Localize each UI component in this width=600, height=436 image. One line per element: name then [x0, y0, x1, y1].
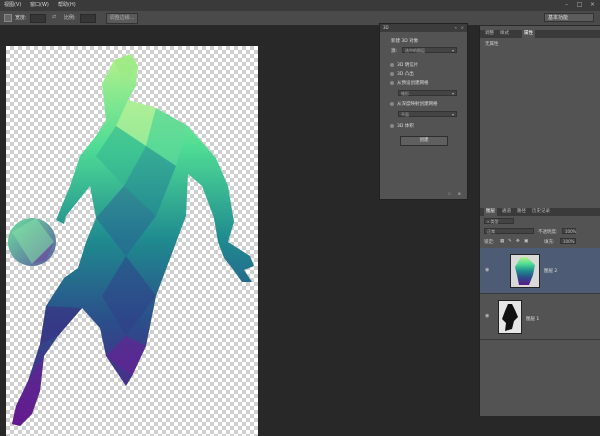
radio-icon: [390, 71, 394, 76]
blend-mode-select[interactable]: 正常: [484, 228, 534, 234]
tab-paths[interactable]: 路径: [517, 208, 526, 216]
feather-icon: [4, 14, 12, 22]
restore-icon[interactable]: □: [575, 1, 584, 9]
new-3d-object-label: 新建 3D 对象: [391, 39, 419, 44]
basketball-player-silhouette: [8, 54, 254, 426]
fill-label: 填充:: [544, 240, 555, 245]
layer-name: 图层 2: [544, 269, 558, 274]
layer-thumbnail: [510, 254, 540, 288]
eye-icon[interactable]: ◉: [485, 314, 490, 319]
filter-kind-select[interactable]: ⌕ 类型: [484, 218, 514, 224]
filter-kind-value: 类型: [490, 219, 499, 224]
source-select[interactable]: 选中的图层 ▾: [402, 47, 457, 53]
ratio-label: 比例:: [64, 15, 76, 21]
search-icon: ⌕: [487, 219, 490, 224]
options-bar: 宽度: ⇄ 比例: 调整边缘... 基本功能: [0, 11, 600, 26]
option-volume[interactable]: 3D 体积: [390, 123, 414, 129]
layer-name: 图层 1: [526, 317, 540, 322]
option-postcard-label: 3D 明信片: [397, 63, 419, 68]
minimize-icon[interactable]: –: [562, 1, 571, 9]
panel-3d: 3D « × 新建 3D 对象 源: 选中的图层 ▾ 3D 明信片 3D 凸出 …: [379, 23, 468, 200]
new-icon[interactable]: ▫: [448, 191, 451, 197]
depth-map-value: 平面: [401, 112, 409, 117]
tab-properties[interactable]: 属性: [522, 30, 535, 38]
layer-row[interactable]: ◉ 图层 2: [480, 248, 600, 294]
tab-adjustments[interactable]: 调整: [485, 30, 494, 38]
collapse-icon[interactable]: «: [455, 24, 457, 32]
lock-icon[interactable]: ▣: [524, 239, 528, 244]
tab-layers[interactable]: 图层: [484, 208, 497, 216]
document-canvas[interactable]: [6, 46, 258, 436]
properties-tabs: 调整 样式 属性: [480, 30, 600, 38]
layer-2-thumbnail-art: [511, 255, 539, 287]
close-icon[interactable]: ×: [588, 1, 597, 9]
lock-label: 锁定:: [484, 240, 495, 245]
option-depth-map[interactable]: 从深度映射创建网格: [390, 101, 438, 107]
tab-styles[interactable]: 样式: [500, 30, 509, 38]
option-mesh-preset-label: 从预设创建网格: [397, 81, 429, 86]
option-depth-map-label: 从深度映射创建网格: [397, 102, 438, 107]
refine-edge-button[interactable]: 调整边缘...: [106, 13, 138, 24]
swap-icon[interactable]: ⇄: [52, 14, 56, 20]
panel-3d-header: 3D « ×: [380, 24, 467, 32]
layer-thumbnail: [498, 300, 522, 334]
tab-history[interactable]: 历史记录: [532, 208, 550, 216]
fill-field[interactable]: 100%: [560, 238, 576, 244]
menu-help[interactable]: 帮助(H): [58, 0, 76, 11]
feather-label: 宽度:: [15, 15, 27, 21]
option-volume-label: 3D 体积: [397, 124, 414, 129]
brush-icon[interactable]: ✎: [508, 239, 512, 244]
source-label: 源:: [391, 49, 398, 54]
panel-close-icon[interactable]: ×: [461, 24, 464, 32]
create-button[interactable]: 创建: [400, 136, 448, 146]
no-properties-text: 无属性: [485, 42, 499, 47]
depth-map-select[interactable]: 平面 ▾: [398, 111, 457, 117]
mesh-preset-value: 锥形: [401, 91, 409, 96]
mesh-preset-select[interactable]: 锥形 ▾: [398, 90, 457, 96]
radio-icon: [390, 62, 394, 67]
radio-icon: [390, 101, 394, 106]
chevron-down-icon: ▾: [451, 48, 454, 53]
menu-bar: 视图(V) 窗口(W) 帮助(H) – □ ×: [0, 0, 600, 11]
tab-channels[interactable]: 通道: [502, 208, 511, 216]
option-extrusion[interactable]: 3D 凸出: [390, 71, 414, 77]
ratio-field[interactable]: [80, 14, 96, 23]
opacity-field[interactable]: 100%: [562, 228, 576, 234]
option-postcard[interactable]: 3D 明信片: [390, 62, 418, 68]
layer-row[interactable]: ◉ 图层 1: [480, 294, 600, 340]
trash-icon[interactable]: ▪: [458, 191, 461, 197]
eye-icon[interactable]: ◉: [485, 268, 490, 273]
layers-tabs: 图层 通道 路径 历史记录: [480, 208, 600, 216]
chevron-down-icon: ▾: [451, 91, 454, 96]
radio-icon: [390, 80, 394, 85]
basketball-shape: [8, 218, 56, 266]
source-value: 选中的图层: [405, 48, 425, 53]
option-mesh-preset[interactable]: 从预设创建网格: [390, 80, 429, 86]
workspace-select[interactable]: 基本功能: [544, 13, 594, 22]
lock-transparency-icon[interactable]: ▦: [500, 239, 504, 244]
menu-view[interactable]: 视图(V): [4, 0, 21, 11]
tab-3d[interactable]: 3D: [383, 24, 389, 32]
menu-window[interactable]: 窗口(W): [30, 0, 49, 11]
move-icon[interactable]: ✥: [516, 239, 520, 244]
chevron-down-icon: ▾: [451, 112, 454, 117]
blend-mode-value: 正常: [487, 229, 495, 234]
layer-1-thumbnail-art: [502, 304, 518, 331]
option-extrusion-label: 3D 凸出: [397, 72, 414, 77]
feather-field[interactable]: [30, 14, 46, 23]
right-panel: 调整 样式 属性 无属性 图层 通道 路径 历史记录 ⌕ 类型 正常 不透明度:…: [479, 26, 600, 416]
radio-icon: [390, 123, 394, 128]
opacity-label: 不透明度:: [538, 230, 558, 235]
